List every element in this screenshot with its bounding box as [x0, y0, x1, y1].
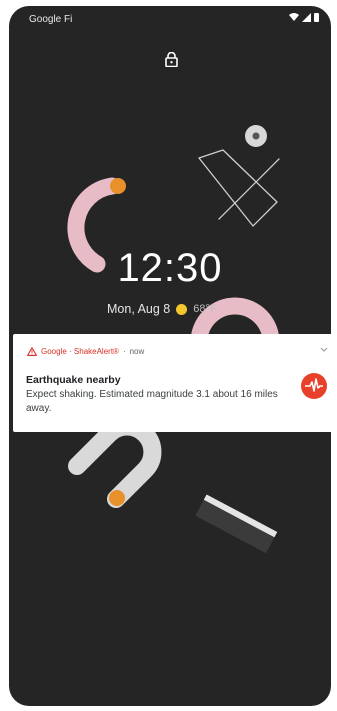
header-separator: · — [122, 347, 126, 356]
lock-icon[interactable] — [165, 52, 178, 67]
battery-icon — [314, 13, 319, 22]
temperature-label: 68°F — [193, 303, 217, 315]
earthquake-notification[interactable]: Google · ShakeAlert® · now Earthquake ne… — [13, 334, 337, 432]
wifi-icon — [289, 13, 299, 21]
carrier-name: Google Fi — [29, 14, 73, 25]
chevron-down-icon[interactable] — [319, 346, 329, 354]
clock: 12:30 — [117, 246, 223, 290]
notification-title: Earthquake nearby — [26, 374, 121, 386]
notification-body: Expect shaking. Estimated magnitude 3.1 … — [26, 389, 278, 414]
date-weather-row: Mon, Aug 8 68°F — [107, 302, 217, 316]
seismograph-icon — [301, 373, 327, 399]
notification-app-name: Google · ShakeAlert® — [41, 347, 119, 356]
signal-icon — [302, 13, 311, 22]
sun-icon — [176, 303, 188, 315]
warning-triangle-icon — [27, 347, 37, 356]
notification-time: now — [129, 347, 145, 356]
status-bar: Google Fi — [9, 6, 331, 32]
notification-header: Google · ShakeAlert® · now — [27, 347, 144, 356]
date-label: Mon, Aug 8 — [107, 302, 171, 316]
status-icons — [289, 13, 319, 22]
